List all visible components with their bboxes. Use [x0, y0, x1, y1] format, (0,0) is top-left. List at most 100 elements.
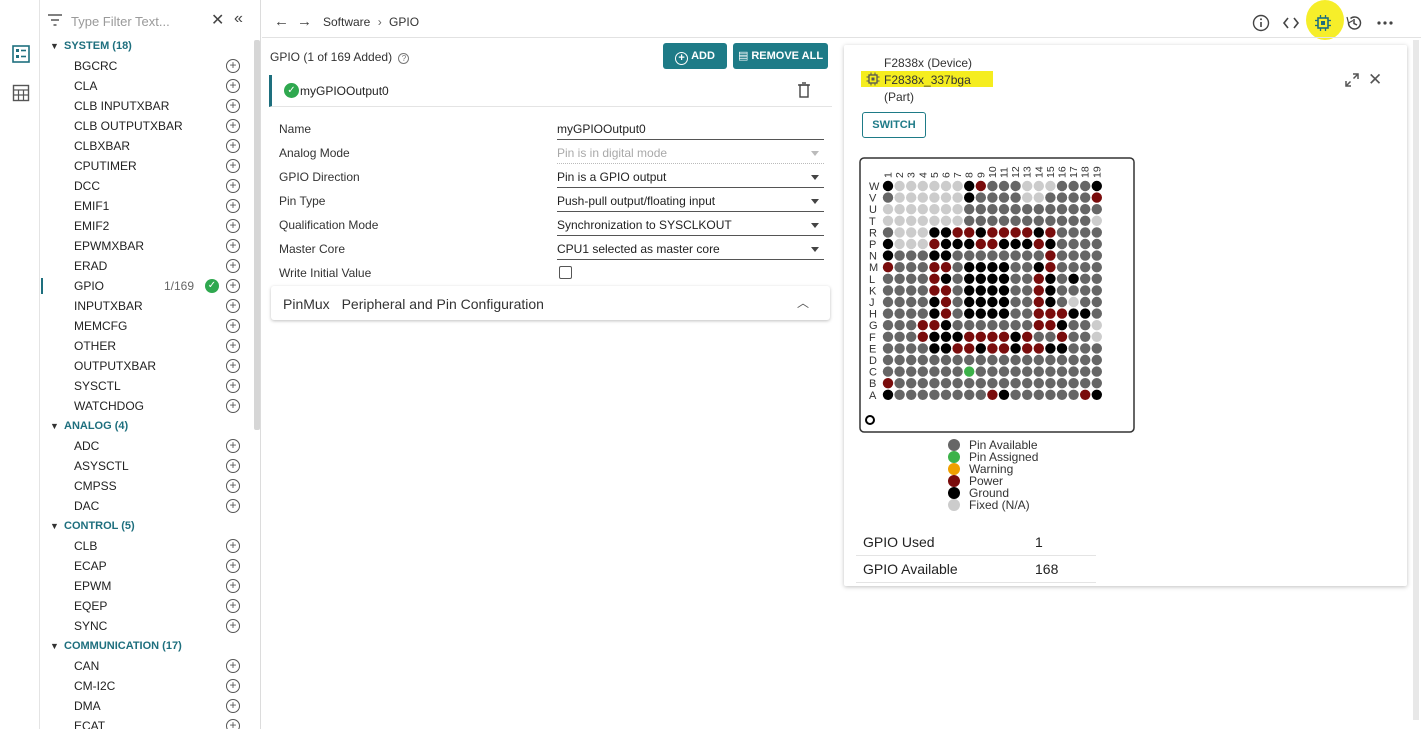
- tree-item[interactable]: SYNC +: [41, 616, 256, 636]
- pin-B13[interactable]: [1022, 378, 1033, 389]
- pin-N2[interactable]: [894, 250, 905, 261]
- pin-K10[interactable]: [987, 285, 998, 296]
- pin-E15[interactable]: [1045, 343, 1056, 354]
- tree-item[interactable]: EMIF2 +: [41, 216, 256, 236]
- pin-K7[interactable]: [952, 285, 963, 296]
- tree-item[interactable]: EPWMXBAR +: [41, 236, 256, 256]
- pin-B14[interactable]: [1033, 378, 1044, 389]
- pin-B3[interactable]: [906, 378, 917, 389]
- info-icon[interactable]: [1252, 14, 1270, 32]
- pin-V2[interactable]: [894, 192, 905, 203]
- pin-C5[interactable]: [929, 366, 940, 377]
- pin-C1[interactable]: [882, 366, 894, 377]
- tree-item[interactable]: WATCHDOG +: [41, 396, 256, 416]
- pin-U4[interactable]: [917, 204, 928, 215]
- pin-T3[interactable]: [906, 215, 917, 226]
- pin-U17[interactable]: [1068, 204, 1079, 215]
- tree-item[interactable]: CLBXBAR +: [41, 136, 256, 156]
- pin-R11[interactable]: [998, 227, 1010, 238]
- pin-B16[interactable]: [1056, 378, 1068, 389]
- tree-item[interactable]: ECAT +: [41, 716, 256, 729]
- pin-G6[interactable]: [940, 320, 952, 331]
- pin-R12[interactable]: [1010, 227, 1021, 238]
- pin-D18[interactable]: [1080, 354, 1091, 366]
- pin-T8[interactable]: [964, 215, 975, 226]
- pin-P6[interactable]: [940, 238, 952, 250]
- pin-J3[interactable]: [906, 296, 917, 308]
- pin-P16[interactable]: [1056, 238, 1068, 250]
- pin-C15[interactable]: [1045, 366, 1056, 377]
- pin-E2[interactable]: [894, 343, 905, 354]
- tree-group-header[interactable]: ▼ COMMUNICATION (17): [41, 636, 256, 656]
- pin-G16[interactable]: [1056, 320, 1068, 331]
- pin-L4[interactable]: [917, 273, 928, 284]
- pin-C8[interactable]: [964, 366, 975, 377]
- pin-J11[interactable]: [998, 296, 1010, 308]
- pin-F19[interactable]: [1091, 331, 1102, 342]
- pin-D7[interactable]: [952, 354, 963, 366]
- pin-K14[interactable]: [1033, 285, 1044, 296]
- pin-B10[interactable]: [987, 378, 998, 389]
- pin-F10[interactable]: [987, 331, 998, 342]
- pin-R2[interactable]: [894, 227, 905, 238]
- pin-P4[interactable]: [917, 238, 928, 250]
- pin-E16[interactable]: [1056, 343, 1068, 354]
- pin-P10[interactable]: [987, 238, 998, 250]
- pin-K13[interactable]: [1022, 285, 1033, 296]
- pin-V19[interactable]: [1091, 192, 1102, 203]
- pin-G2[interactable]: [894, 320, 905, 331]
- pin-M13[interactable]: [1022, 262, 1033, 273]
- pin-N18[interactable]: [1080, 250, 1091, 261]
- caret-down-icon[interactable]: ▼: [50, 36, 64, 56]
- pin-U13[interactable]: [1022, 204, 1033, 215]
- pin-G18[interactable]: [1080, 320, 1091, 331]
- add-circle-icon[interactable]: +: [226, 159, 240, 173]
- pin-C16[interactable]: [1056, 366, 1068, 377]
- pin-F2[interactable]: [894, 331, 905, 342]
- pin-R5[interactable]: [929, 227, 940, 238]
- pin-N17[interactable]: [1068, 250, 1079, 261]
- pin-P13[interactable]: [1022, 238, 1033, 250]
- pin-P19[interactable]: [1091, 238, 1102, 250]
- caret-down-icon[interactable]: ▼: [50, 636, 64, 656]
- pin-G17[interactable]: [1068, 320, 1079, 331]
- pin-U10[interactable]: [987, 204, 998, 215]
- pin-J13[interactable]: [1022, 296, 1033, 308]
- pin-L6[interactable]: [940, 273, 952, 284]
- pin-P1[interactable]: [882, 238, 894, 250]
- add-circle-icon[interactable]: +: [226, 219, 240, 233]
- add-circle-icon[interactable]: +: [226, 99, 240, 113]
- pin-T7[interactable]: [952, 215, 963, 226]
- code-view-icon[interactable]: [1282, 14, 1300, 32]
- pin-P5[interactable]: [929, 238, 940, 250]
- pin-D1[interactable]: [882, 354, 894, 366]
- pin-R10[interactable]: [987, 227, 998, 238]
- switch-button[interactable]: SWITCH: [862, 112, 926, 138]
- pin-K9[interactable]: [975, 285, 986, 296]
- more-options-icon[interactable]: [1376, 14, 1394, 32]
- tree-item[interactable]: CAN +: [41, 656, 256, 676]
- device-view-icon[interactable]: [1314, 14, 1332, 32]
- pin-T10[interactable]: [987, 215, 998, 226]
- pin-A1[interactable]: [882, 389, 894, 400]
- pin-U9[interactable]: [975, 204, 986, 215]
- tree-item[interactable]: EQEP +: [41, 596, 256, 616]
- pin-L18[interactable]: [1080, 273, 1091, 284]
- pin-J16[interactable]: [1056, 296, 1068, 308]
- pin-C12[interactable]: [1010, 366, 1021, 377]
- tree-item[interactable]: ECAP +: [41, 556, 256, 576]
- pin-H10[interactable]: [987, 308, 998, 319]
- close-icon[interactable]: ✕: [1368, 70, 1382, 90]
- pin-N9[interactable]: [975, 250, 986, 261]
- pin-R18[interactable]: [1080, 227, 1091, 238]
- property-select[interactable]: Synchronization to SYSCLKOUT: [557, 217, 824, 236]
- pin-T14[interactable]: [1033, 215, 1044, 226]
- pin-R15[interactable]: [1045, 227, 1056, 238]
- pin-N12[interactable]: [1010, 250, 1021, 261]
- add-circle-icon[interactable]: +: [226, 579, 240, 593]
- pin-C19[interactable]: [1091, 366, 1102, 377]
- pin-K3[interactable]: [906, 285, 917, 296]
- pin-T18[interactable]: [1080, 215, 1091, 226]
- pin-U2[interactable]: [894, 204, 905, 215]
- pin-V3[interactable]: [906, 192, 917, 203]
